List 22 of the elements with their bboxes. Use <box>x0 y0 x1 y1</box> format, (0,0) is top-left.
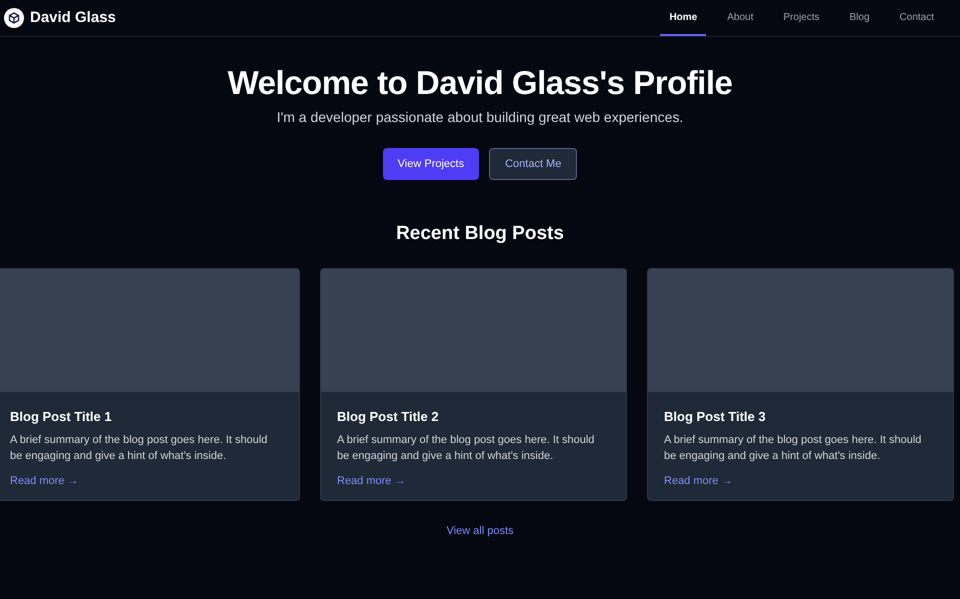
post-title: Blog Post Title 1 <box>10 408 113 426</box>
nav-link[interactable]: Contact <box>890 0 943 36</box>
post-title: Blog Post Title 3 <box>664 408 767 426</box>
section-heading: Recent Blog Posts <box>396 222 564 246</box>
view-all-link[interactable]: View all posts <box>446 522 514 539</box>
post-summary: A brief summary of the blog post goes here. It should be engaging and give a hint of what's inside. <box>10 433 268 464</box>
post-summary: A brief summary of the blog post goes here. It should be engaging and give a hint of what's inside. <box>337 433 596 464</box>
read-more-link[interactable]: Read more → <box>10 473 283 490</box>
cube-logo-icon <box>4 8 24 28</box>
nav-link[interactable]: Blog <box>840 0 879 36</box>
nav-link[interactable]: Projects <box>774 0 829 36</box>
nav-link[interactable]: Home <box>660 0 706 36</box>
nav-link[interactable]: About <box>718 0 762 36</box>
hero-subtitle: I'm a developer passionate about building great web experiences. <box>276 108 684 127</box>
brand-name: David Glass <box>30 8 116 28</box>
read-more-link[interactable]: Read more → <box>664 473 937 490</box>
view-projects-button[interactable]: View Projects <box>382 148 480 180</box>
read-more-link[interactable]: Read more → <box>337 473 610 490</box>
hero-title: Welcome to David Glass's Profile <box>228 63 732 103</box>
post-summary: A brief summary of the blog post goes here. It should be engaging and give a hint of what's inside. <box>664 433 922 464</box>
contact-button[interactable]: Contact Me <box>489 148 578 180</box>
post-title: Blog Post Title 2 <box>337 408 440 426</box>
